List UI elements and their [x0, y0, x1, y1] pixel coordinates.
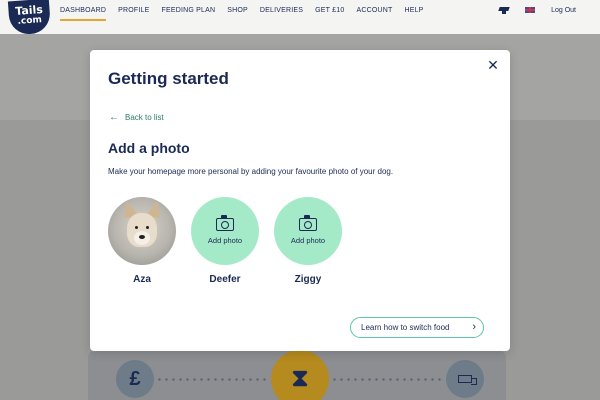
- nav-feeding-plan[interactable]: FEEDING PLAN: [162, 7, 216, 21]
- nav-account[interactable]: ACCOUNT: [356, 7, 392, 21]
- dog-name: Deefer: [209, 274, 241, 285]
- nav-menu: DASHBOARD PROFILE FEEDING PLAN SHOP DELI…: [60, 7, 436, 21]
- pound-icon: £: [116, 360, 154, 398]
- chevron-right-icon: ›: [472, 321, 476, 333]
- progress-dots-left: [156, 378, 270, 381]
- nav-deliveries[interactable]: DELIVERIES: [260, 7, 303, 21]
- add-photo-label: Add photo: [207, 235, 243, 245]
- add-photo-button[interactable]: Add photo: [191, 197, 259, 265]
- camera-icon: [216, 214, 234, 231]
- progress-dots-right: [331, 378, 445, 381]
- arrow-left-icon: ←: [109, 112, 119, 123]
- add-photo-label: Add photo: [290, 235, 326, 245]
- getting-started-modal: ✕ Getting started ← Back to list Add a p…: [90, 50, 510, 351]
- nav-profile[interactable]: PROFILE: [118, 7, 149, 21]
- nav-help[interactable]: HELP: [404, 7, 423, 21]
- nav-get-10[interactable]: GET £10: [315, 7, 344, 21]
- dog-photo[interactable]: [108, 197, 176, 265]
- logout-link[interactable]: Log Out: [551, 7, 576, 14]
- top-navigation: Tails .com DASHBOARD PROFILE FEEDING PLAN…: [0, 0, 600, 36]
- switch-button-label: Learn how to switch food: [361, 323, 450, 332]
- hourglass-icon: ⧗: [271, 350, 329, 400]
- dog-list: Aza Add photo Deefer Add photo Ziggy: [108, 197, 342, 285]
- learn-switch-food-button[interactable]: Learn how to switch food ›: [350, 317, 484, 338]
- back-link-label: Back to list: [125, 113, 164, 122]
- nav-dashboard[interactable]: DASHBOARD: [60, 7, 107, 21]
- section-title: Add a photo: [108, 140, 190, 156]
- dog-name: Aza: [133, 274, 151, 285]
- dog-name: Ziggy: [294, 274, 322, 285]
- camera-icon: [299, 214, 317, 231]
- uk-flag-icon[interactable]: [525, 7, 536, 13]
- section-description: Make your homepage more personal by addi…: [108, 167, 394, 176]
- truck-icon: [446, 360, 484, 398]
- nav-shop[interactable]: SHOP: [227, 7, 248, 21]
- graduation-cap-icon[interactable]: [499, 6, 509, 14]
- close-icon[interactable]: ✕: [486, 58, 500, 72]
- tails-logo[interactable]: Tails .com: [7, 0, 52, 36]
- dog-card: Aza: [108, 197, 176, 285]
- nav-right-group: Log Out: [499, 6, 576, 14]
- dog-card: Add photo Deefer: [191, 197, 259, 285]
- modal-title: Getting started: [108, 69, 229, 88]
- back-to-list-link[interactable]: ← Back to list: [109, 112, 164, 123]
- add-photo-button[interactable]: Add photo: [274, 197, 342, 265]
- dog-card: Add photo Ziggy: [274, 197, 342, 285]
